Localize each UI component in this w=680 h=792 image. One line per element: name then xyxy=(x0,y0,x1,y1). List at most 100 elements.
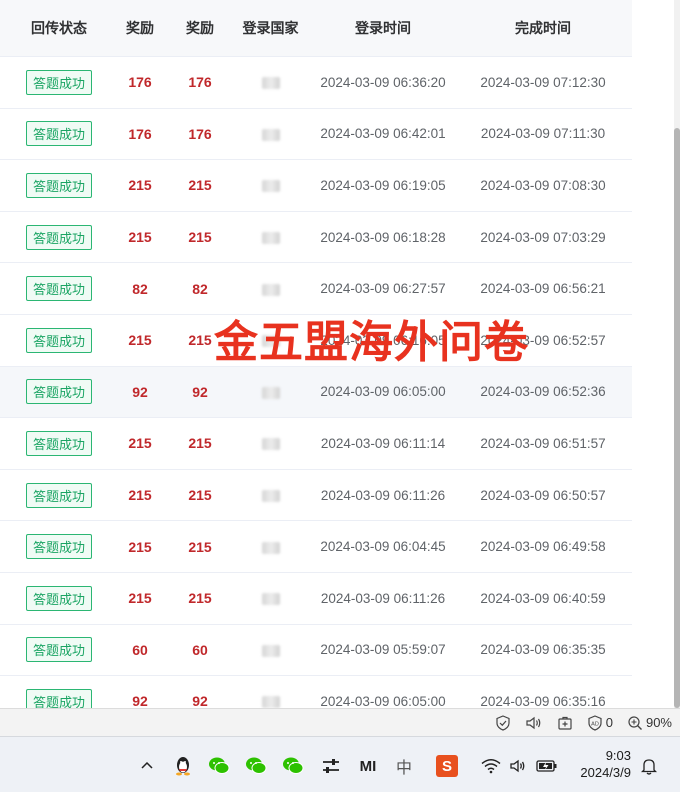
redacted-country xyxy=(261,77,280,90)
reward-cell-2: 92 xyxy=(192,383,208,400)
status-tag: 答题成功 xyxy=(25,534,92,560)
login-time-cell: 2024-03-09 06:05:00 xyxy=(320,693,446,708)
status-cell: 答题成功 xyxy=(0,534,118,560)
ad-block-count: 0 xyxy=(605,715,613,730)
overlay-title: 金五盟海外问卷 xyxy=(214,318,529,367)
status-cell: 答题成功 xyxy=(0,172,118,198)
table-row[interactable]: 答题成功 215 215 2024-03-09 06:11:26 2024-03-09 … xyxy=(0,470,632,522)
table-row[interactable]: 答题成功 215 215 2024-03-09 06:18:28 2024-03-09 … xyxy=(0,212,632,264)
done-time-cell: 2024-03-09 07:03:29 xyxy=(480,229,606,245)
ime-chinese-indicator[interactable]: 中 xyxy=(393,755,415,777)
zoom-level: 90% xyxy=(645,715,672,730)
status-tag: 答题成功 xyxy=(25,585,92,611)
table-row[interactable]: 答题成功 215 215 2024-03-09 06:11:26 2024-03-09 … xyxy=(0,573,632,625)
redacted-country xyxy=(261,283,280,296)
scrollbar-thumb[interactable] xyxy=(674,128,680,708)
ad-block-icon: AD xyxy=(588,714,602,731)
country-cell xyxy=(238,488,303,503)
reward-cell-2: 215 xyxy=(188,538,212,555)
wechat-icon-3[interactable] xyxy=(282,755,304,777)
done-time-cell: 2024-03-09 06:52:36 xyxy=(480,384,606,400)
status-cell: 答题成功 xyxy=(0,276,118,302)
login-time-cell: 2024-03-09 06:42:01 xyxy=(320,126,446,142)
status-tag: 答题成功 xyxy=(25,327,92,353)
header-login-time[interactable]: 登录时间 xyxy=(303,18,463,38)
reward-cell-1: 215 xyxy=(128,487,152,504)
status-tag: 答题成功 xyxy=(25,224,92,250)
notification-bell-icon[interactable] xyxy=(638,755,660,777)
reward-cell-1: 215 xyxy=(128,590,152,607)
table-header: 回传状态 奖励 奖励 登录国家 登录时间 完成时间 xyxy=(0,0,632,57)
status-cell: 答题成功 xyxy=(0,379,118,405)
reward-cell-1: 215 xyxy=(128,177,152,194)
reward-cell-2: 215 xyxy=(188,435,212,452)
country-cell xyxy=(238,694,303,708)
wechat-icon-1[interactable] xyxy=(208,755,230,777)
right-gutter xyxy=(632,0,680,708)
extension-add-icon[interactable] xyxy=(557,715,573,731)
redacted-country xyxy=(261,489,280,502)
status-tag: 答题成功 xyxy=(25,637,92,663)
done-time-cell: 2024-03-09 06:50:57 xyxy=(480,487,606,503)
status-tag: 答题成功 xyxy=(25,172,92,198)
reward-cell-1: 215 xyxy=(128,332,152,349)
mi-app-icon[interactable]: MI xyxy=(355,755,381,777)
login-time-cell: 2024-03-09 05:59:07 xyxy=(320,642,446,658)
done-time-cell: 2024-03-09 07:12:30 xyxy=(480,74,606,90)
login-time-cell: 2024-03-09 06:27:57 xyxy=(320,281,446,297)
shield-check-icon[interactable] xyxy=(495,714,511,731)
login-time-cell: 2024-03-09 06:19:05 xyxy=(320,177,446,193)
header-reward-1[interactable]: 奖励 xyxy=(118,18,162,38)
sound-icon[interactable] xyxy=(525,715,543,731)
status-cell: 答题成功 xyxy=(0,69,118,95)
battery-charging-icon[interactable] xyxy=(536,755,558,777)
header-done-time[interactable]: 完成时间 xyxy=(463,18,623,38)
login-time-cell: 2024-03-09 06:05:00 xyxy=(320,384,446,400)
volume-icon[interactable] xyxy=(507,755,529,777)
windows-taskbar: MI 中 S 9:03 2024/3/9 xyxy=(0,736,680,792)
wifi-icon[interactable] xyxy=(480,755,502,777)
qq-penguin-icon[interactable] xyxy=(172,755,194,777)
table-row[interactable]: 答题成功 176 176 2024-03-09 06:42:01 2024-03-09 … xyxy=(0,109,632,161)
reward-cell-2: 176 xyxy=(188,125,212,142)
login-time-cell: 2024-03-09 06:11:26 xyxy=(320,487,446,503)
table-row[interactable]: 答题成功 60 60 2024-03-09 05:59:07 2024-03-09 06… xyxy=(0,625,632,677)
header-reward-2[interactable]: 奖励 xyxy=(162,18,238,38)
redacted-country xyxy=(261,232,280,245)
redacted-country xyxy=(261,128,280,141)
table-row[interactable]: 答题成功 215 215 2024-03-09 06:19:05 2024-03-09 … xyxy=(0,160,632,212)
reward-cell-2: 176 xyxy=(188,74,212,91)
table-row[interactable]: 答题成功 92 92 2024-03-09 06:05:00 2024-03-09 06… xyxy=(0,366,632,419)
country-cell xyxy=(238,642,303,657)
sliders-icon[interactable] xyxy=(320,755,342,777)
browser-status-bar: AD 0 90% xyxy=(0,708,680,736)
status-tag: 答题成功 xyxy=(25,69,92,95)
table-row[interactable]: 答题成功 215 215 2024-03-09 06:11:14 2024-03-09 … xyxy=(0,418,632,470)
table-row[interactable]: 答题成功 176 176 2024-03-09 06:36:20 2024-03-09 … xyxy=(0,57,632,109)
status-tag: 答题成功 xyxy=(25,430,92,456)
reward-cell-2: 215 xyxy=(188,487,212,504)
chevron-up-icon[interactable] xyxy=(136,755,158,777)
reward-cell-1: 60 xyxy=(132,641,148,658)
reward-cell-2: 92 xyxy=(192,693,208,708)
table-row[interactable]: 答题成功 92 92 2024-03-09 06:05:00 2024-03-09 06… xyxy=(0,676,632,708)
ad-block-indicator[interactable]: AD 0 xyxy=(587,714,613,731)
wechat-icon-2[interactable] xyxy=(245,755,267,777)
sogou-input-icon[interactable]: S xyxy=(436,755,458,777)
header-status[interactable]: 回传状态 xyxy=(0,18,118,38)
country-cell xyxy=(238,436,303,451)
country-cell xyxy=(238,126,303,141)
login-time-cell: 2024-03-09 06:11:14 xyxy=(320,435,446,451)
header-login-country[interactable]: 登录国家 xyxy=(238,18,303,38)
zoom-control[interactable]: 90% xyxy=(627,715,672,731)
done-time-cell: 2024-03-09 06:49:58 xyxy=(480,539,606,555)
table-row[interactable]: 答题成功 215 215 2024-03-09 06:04:45 2024-03-09 … xyxy=(0,521,632,573)
status-tag: 答题成功 xyxy=(25,276,92,302)
status-tag: 答题成功 xyxy=(25,121,92,147)
reward-cell-2: 60 xyxy=(192,641,208,658)
svg-text:AD: AD xyxy=(591,721,599,727)
system-clock[interactable]: 9:03 2024/3/9 xyxy=(573,747,631,781)
status-cell: 答题成功 xyxy=(0,688,118,708)
redacted-country xyxy=(261,438,280,451)
reward-cell-2: 215 xyxy=(188,590,212,607)
